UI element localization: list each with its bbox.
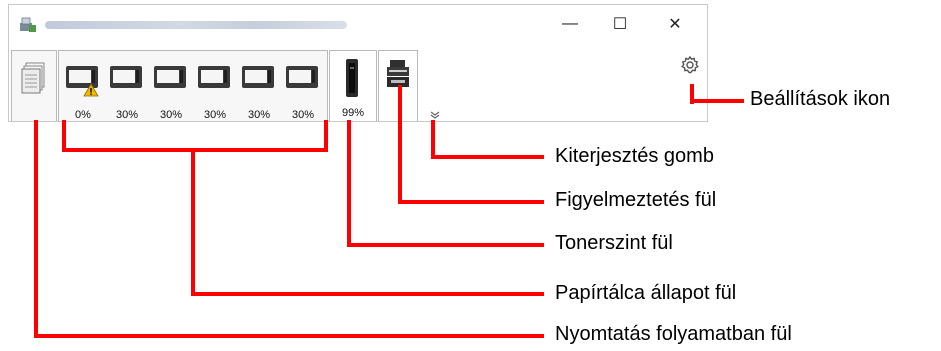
callout-expand-button: Kiterjesztés gomb	[555, 145, 714, 167]
toner-cartridge-icon	[346, 59, 358, 97]
tab-print-progress[interactable]	[11, 50, 57, 121]
paper-tray-level: 30%	[291, 109, 315, 121]
callout-line-settings-h	[690, 99, 744, 103]
document-stack-icon	[21, 62, 45, 94]
chevron-down-icon	[430, 111, 440, 119]
paper-tray-icon	[110, 66, 142, 88]
paper-tray-level: 30%	[247, 109, 271, 121]
paper-tray-icon	[198, 66, 230, 88]
paper-tray-icon	[154, 66, 186, 88]
paper-tray-level: 0%	[75, 109, 91, 121]
paper-tray-level: 30%	[115, 109, 139, 121]
callout-line-toner-h	[347, 243, 544, 247]
callout-line-paper-h	[191, 292, 544, 296]
title-bar: — ☐ ✕	[9, 5, 707, 43]
close-button[interactable]: ✕	[652, 5, 698, 43]
callout-alert-tab: Figyelmeztetés fül	[555, 189, 717, 211]
paper-tray-level: 30%	[203, 109, 227, 121]
paper-tray-icon	[242, 66, 274, 88]
callout-toner-tab: Tonerszint fül	[555, 232, 673, 254]
callout-line-progress-h	[34, 334, 544, 338]
settings-button[interactable]	[680, 55, 700, 75]
callout-settings-icon: Beállítások ikon	[750, 88, 891, 110]
callout-bracket-paper	[62, 148, 328, 152]
callout-line-progress	[34, 120, 38, 338]
toner-level-label: 99%	[341, 107, 365, 119]
callout-print-progress-tab: Nyomtatás folyamatban fül	[555, 323, 792, 345]
paper-tray-level: 30%	[159, 109, 183, 121]
maximize-button[interactable]: ☐	[597, 5, 643, 43]
callout-line-alert-h	[398, 200, 544, 204]
callout-line-expand-h	[431, 155, 544, 159]
callout-line-expand	[431, 120, 435, 159]
printer-window-icon	[20, 17, 36, 32]
callout-paper-tray-tab: Papírtálca állapot fül	[555, 282, 737, 304]
minimize-button[interactable]: —	[547, 5, 593, 43]
callout-line-paper	[191, 148, 195, 296]
paper-tray-icon	[286, 66, 318, 88]
window-title-blurred	[45, 21, 347, 29]
callout-line-toner	[347, 120, 351, 247]
tab-strip: 0% 30% 30% 30% 30% 30% 99%	[9, 45, 707, 121]
tab-paper-trays[interactable]: 0% 30% 30% 30% 30% 30%	[58, 50, 328, 121]
gear-icon	[681, 55, 699, 74]
warning-icon	[83, 83, 99, 97]
tab-toner-level[interactable]: 99%	[329, 50, 377, 121]
expand-button[interactable]	[429, 107, 441, 119]
callout-line-alert	[398, 85, 402, 204]
status-monitor-window: — ☐ ✕ 0% 30% 30% 30% 30% 30% 99%	[8, 4, 708, 122]
